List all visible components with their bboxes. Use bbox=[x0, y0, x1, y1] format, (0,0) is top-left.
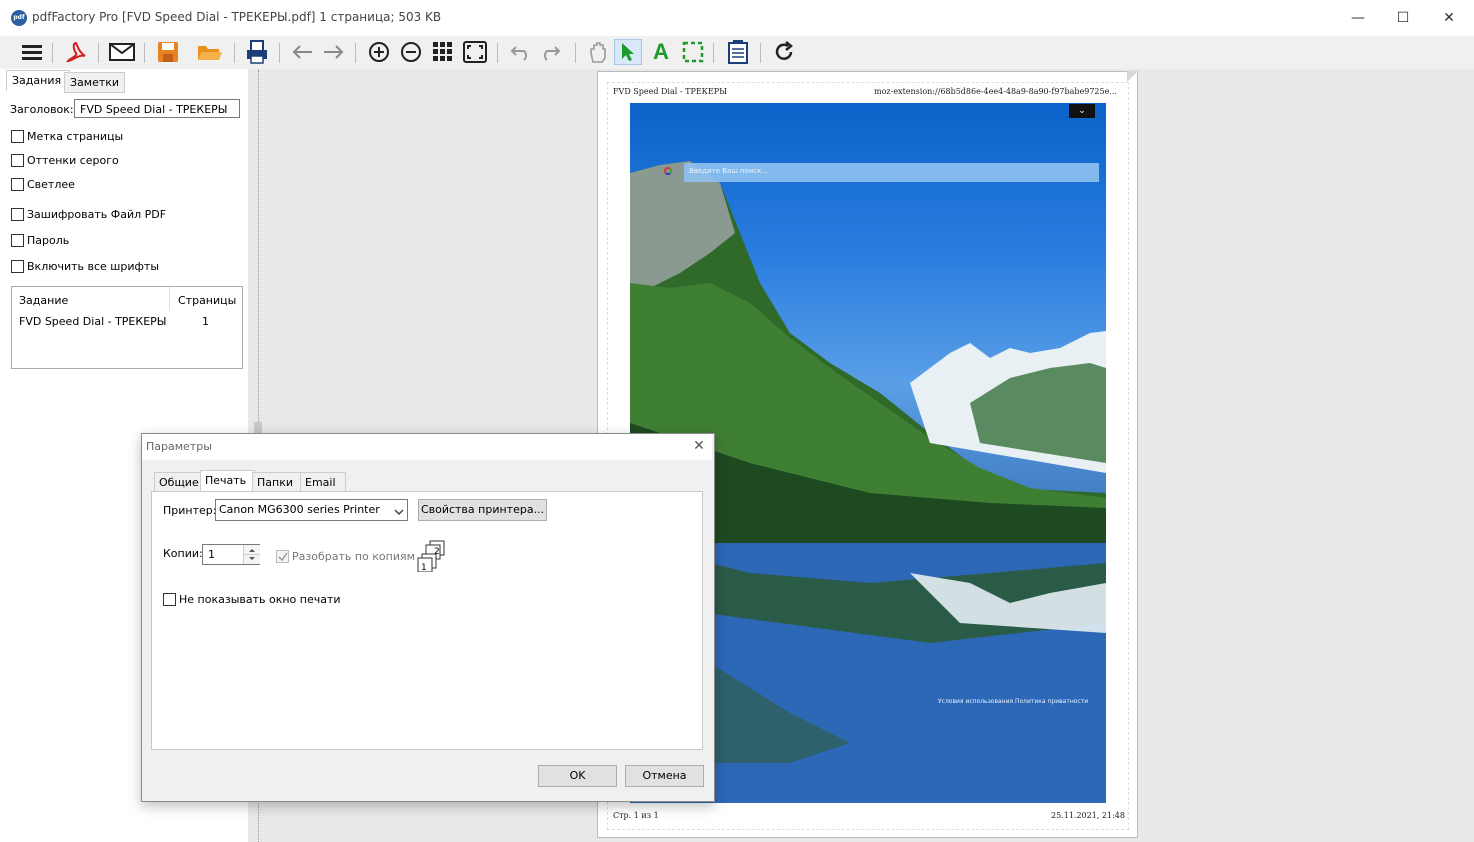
table-row-pages[interactable]: 1 bbox=[202, 315, 209, 328]
toolbar: A bbox=[0, 36, 1474, 69]
tab-email[interactable]: Email bbox=[300, 472, 346, 493]
app-logo-icon: pdf bbox=[11, 10, 27, 26]
copies-label: Копии: bbox=[163, 547, 203, 560]
open-folder-icon[interactable] bbox=[196, 39, 224, 65]
forward-arrow-icon[interactable] bbox=[320, 39, 348, 65]
page-mark-checkbox[interactable] bbox=[11, 130, 24, 143]
search-placeholder-text: Введите Ваш поиск... bbox=[689, 167, 769, 175]
password-label: Пароль bbox=[27, 234, 70, 247]
title-label: Заголовок: bbox=[10, 103, 74, 116]
close-button[interactable]: ✕ bbox=[1426, 0, 1472, 36]
tab-folders[interactable]: Папки bbox=[252, 472, 302, 493]
tab-jobs[interactable]: Задания bbox=[6, 70, 70, 91]
notes-icon[interactable] bbox=[724, 39, 752, 65]
back-arrow-icon[interactable] bbox=[288, 39, 316, 65]
save-icon[interactable] bbox=[154, 39, 182, 65]
password-checkbox[interactable] bbox=[11, 234, 24, 247]
grayscale-label: Оттенки серого bbox=[27, 154, 119, 167]
cancel-button[interactable]: Отмена bbox=[625, 765, 704, 787]
print-icon[interactable] bbox=[243, 39, 271, 65]
dialog-close-button[interactable]: ✕ bbox=[688, 436, 710, 456]
minimize-button[interactable]: — bbox=[1335, 0, 1381, 36]
hand-tool-icon[interactable] bbox=[584, 39, 612, 65]
pdf-icon[interactable] bbox=[62, 39, 90, 65]
embed-fonts-checkbox[interactable] bbox=[11, 260, 24, 273]
embed-fonts-label: Включить все шрифты bbox=[27, 260, 160, 273]
title-input[interactable]: FVD Speed Dial - ТРЕКЕРЫ bbox=[74, 99, 240, 118]
undo-icon[interactable] bbox=[507, 39, 535, 65]
select-arrow-icon[interactable] bbox=[614, 39, 642, 65]
grayscale-checkbox[interactable] bbox=[11, 154, 24, 167]
hide-print-window-checkbox[interactable] bbox=[163, 593, 176, 606]
collate-checkbox[interactable] bbox=[276, 550, 289, 563]
printer-label: Принтер: bbox=[163, 504, 217, 517]
encrypt-pdf-label: Зашифровать Файл PDF bbox=[27, 208, 167, 221]
page-corner-fold bbox=[1127, 71, 1138, 82]
maximize-button[interactable]: ☐ bbox=[1380, 0, 1426, 36]
email-icon[interactable] bbox=[108, 39, 136, 65]
menu-icon[interactable] bbox=[18, 39, 46, 65]
zoom-out-icon[interactable] bbox=[397, 39, 425, 65]
tab-notes[interactable]: Заметки bbox=[64, 72, 125, 93]
table-header-pages[interactable]: Страницы bbox=[178, 294, 236, 307]
page-header-url: moz-extension://68b5d86e-4ee4-48a9-8a90-… bbox=[874, 87, 1117, 96]
table-row-job-name[interactable]: FVD Speed Dial - ТРЕКЕРЫ bbox=[19, 315, 167, 328]
printer-select-value: Canon MG6300 series Printer bbox=[219, 503, 380, 516]
dialog-title: Параметры bbox=[146, 440, 212, 453]
ok-button[interactable]: OK bbox=[538, 765, 617, 787]
svg-text:2: 2 bbox=[434, 547, 440, 557]
page-footer-date: 25.11.2021, 21:48 bbox=[1051, 811, 1125, 820]
hide-print-window-label: Не показывать окно печати bbox=[179, 593, 341, 606]
dialog-title-bar bbox=[142, 434, 712, 460]
page-header-title: FVD Speed Dial - ТРЕКЕРЫ bbox=[613, 87, 727, 96]
copies-value: 1 bbox=[208, 548, 215, 561]
tab-general[interactable]: Общие bbox=[154, 472, 202, 493]
svg-text:1: 1 bbox=[421, 563, 427, 572]
thumbnails-icon[interactable] bbox=[429, 39, 457, 65]
text-tool-icon[interactable]: A bbox=[647, 39, 675, 65]
lighter-checkbox[interactable] bbox=[11, 178, 24, 191]
table-header-job[interactable]: Задание bbox=[19, 294, 68, 307]
copies-spin-buttons[interactable] bbox=[243, 545, 260, 564]
encrypt-pdf-checkbox[interactable] bbox=[11, 208, 24, 221]
fit-page-icon[interactable] bbox=[461, 39, 489, 65]
chevron-down-icon: ⌄ bbox=[1069, 104, 1095, 118]
select-area-icon[interactable] bbox=[679, 39, 707, 65]
page-mark-label: Метка страницы bbox=[27, 130, 124, 143]
page-footer-page-number: Стр. 1 из 1 bbox=[613, 811, 659, 820]
google-icon bbox=[664, 167, 672, 175]
zoom-in-icon[interactable] bbox=[365, 39, 393, 65]
printer-select[interactable]: Canon MG6300 series Printer bbox=[215, 499, 408, 521]
chevron-down-icon bbox=[394, 506, 404, 519]
redo-icon[interactable] bbox=[536, 39, 564, 65]
collate-label: Разобрать по копиям bbox=[292, 550, 415, 563]
collate-pages-icon: 21 bbox=[416, 540, 448, 575]
window-title: pdfFactory Pro [FVD Speed Dial - ТРЕКЕРЫ… bbox=[32, 10, 442, 24]
print-tab-panel bbox=[151, 491, 703, 750]
refresh-icon[interactable] bbox=[770, 39, 798, 65]
page-footer-links: Условия использования Политика приватнос… bbox=[938, 698, 1089, 705]
lighter-label: Светлее bbox=[27, 178, 75, 191]
printer-properties-button[interactable]: Свойства принтера... bbox=[418, 499, 547, 521]
